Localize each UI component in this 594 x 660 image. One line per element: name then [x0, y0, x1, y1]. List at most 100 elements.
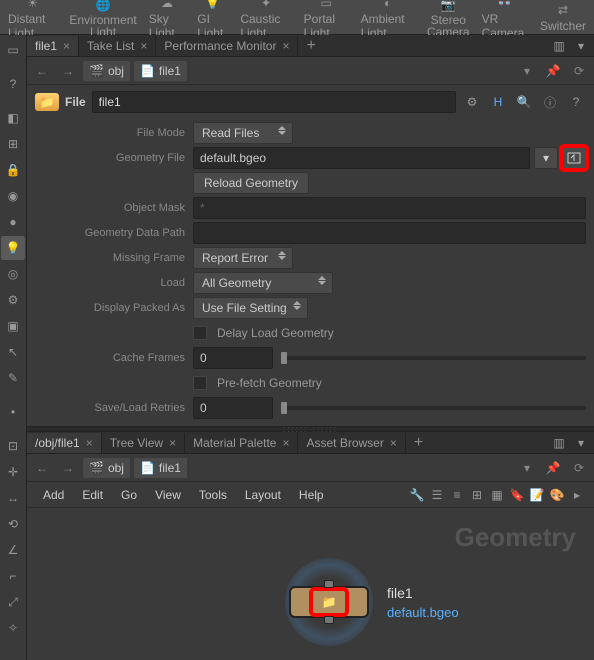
gear-icon[interactable]: ⚙ — [462, 92, 482, 112]
tool-render-icon[interactable]: ▣ — [1, 314, 25, 338]
menu-layout[interactable]: Layout — [237, 484, 289, 506]
link-icon[interactable]: ⟳ — [568, 60, 590, 82]
pin-icon[interactable]: 📌 — [542, 457, 564, 479]
menu-view[interactable]: View — [147, 484, 189, 506]
tool-a2-icon[interactable]: ⟲ — [1, 512, 25, 536]
close-icon[interactable]: × — [390, 436, 397, 450]
tool-star-icon[interactable]: ✧ — [1, 616, 25, 640]
delay-load-checkbox[interactable] — [193, 326, 207, 340]
pane-layout-icon[interactable]: ▥ — [550, 37, 568, 55]
slider-thumb[interactable] — [281, 352, 287, 364]
tool-select-icon[interactable]: ▭ — [1, 38, 25, 62]
tab-add-button[interactable]: + — [298, 37, 323, 55]
close-icon[interactable]: × — [63, 39, 70, 53]
geometry-file-input[interactable] — [193, 147, 530, 169]
wrench-icon[interactable]: 🔧 — [408, 486, 426, 504]
menu-tools[interactable]: Tools — [191, 484, 235, 506]
tool-help-icon[interactable]: ? — [1, 72, 25, 96]
tab-material-palette[interactable]: Material Palette× — [185, 433, 298, 453]
network-node-file1[interactable]: 📁 file1 default.bgeo — [285, 558, 459, 646]
network-view[interactable]: Geometry 📁 file1 default.bgeo — [27, 508, 594, 660]
close-icon[interactable]: × — [140, 39, 147, 53]
shelf-switcher[interactable]: ⇄Switcher — [534, 1, 592, 34]
pane-menu-icon[interactable]: ▾ — [572, 37, 590, 55]
cache-frames-input[interactable] — [193, 347, 273, 369]
tree-icon[interactable]: ☰ — [428, 486, 446, 504]
tool-shade-icon[interactable]: ● — [1, 210, 25, 234]
info-icon[interactable]: ⓘ — [540, 92, 560, 112]
load-dropdown[interactable]: All Geometry — [193, 272, 333, 294]
path-dropdown-icon[interactable]: ▾ — [516, 457, 538, 479]
search-icon[interactable]: 🔍 — [514, 92, 534, 112]
path-context[interactable]: 🎬obj — [83, 458, 130, 478]
nav-fwd-icon[interactable]: → — [57, 60, 79, 82]
pane-menu-icon[interactable]: ▾ — [572, 434, 590, 452]
shelf-stereo-cam[interactable]: 📷Stereo Camera — [421, 0, 476, 39]
path-dropdown-icon[interactable]: ▾ — [516, 60, 538, 82]
tab-obj-file1[interactable]: /obj/file1× — [27, 433, 102, 453]
close-icon[interactable]: × — [282, 39, 289, 53]
link-icon[interactable]: ⟳ — [568, 457, 590, 479]
nav-back-icon[interactable]: ← — [31, 457, 53, 479]
tool-bulb2-icon[interactable]: ◎ — [1, 262, 25, 286]
tool-move-icon[interactable]: ↔ — [1, 486, 25, 510]
tool-axis-icon[interactable]: ✛ — [1, 460, 25, 484]
grid2-icon[interactable]: ▦ — [488, 486, 506, 504]
display-packed-dropdown[interactable]: Use File Setting — [193, 297, 308, 319]
tab-take-list[interactable]: Take List× — [79, 36, 156, 56]
tool-display-icon[interactable]: ◉ — [1, 184, 25, 208]
tab-tree-view[interactable]: Tree View× — [102, 433, 185, 453]
node-name-input[interactable] — [92, 91, 456, 113]
close-icon[interactable]: × — [169, 436, 176, 450]
menu-edit[interactable]: Edit — [74, 484, 111, 506]
geo-data-path-input[interactable] — [193, 222, 586, 244]
filter-icon[interactable]: H — [488, 92, 508, 112]
note-icon[interactable]: 📝 — [528, 486, 546, 504]
tab-asset-browser[interactable]: Asset Browser× — [298, 433, 405, 453]
close-icon[interactable]: × — [282, 436, 289, 450]
path-node[interactable]: 📄file1 — [134, 458, 187, 478]
file-chooser-button[interactable] — [562, 147, 586, 169]
menu-add[interactable]: Add — [35, 484, 72, 506]
tag-icon[interactable]: 🔖 — [508, 486, 526, 504]
nav-fwd-icon[interactable]: → — [57, 457, 79, 479]
tool-light-icon[interactable]: 💡 — [1, 236, 25, 260]
list-icon[interactable]: ≡ — [448, 486, 466, 504]
tab-perf-monitor[interactable]: Performance Monitor× — [156, 36, 298, 56]
save-retries-input[interactable] — [193, 397, 273, 419]
tool-expand-icon[interactable]: ⤢ — [1, 590, 25, 614]
node-body[interactable]: 📁 — [289, 586, 369, 618]
menu-go[interactable]: Go — [113, 484, 145, 506]
tool-grid-icon[interactable]: ⊡ — [1, 434, 25, 458]
missing-frame-dropdown[interactable]: Report Error — [193, 247, 293, 269]
path-node[interactable]: 📄file1 — [134, 61, 187, 81]
cache-frames-slider[interactable] — [281, 356, 586, 360]
tool-snap-icon[interactable]: ⊞ — [1, 132, 25, 156]
help-icon[interactable]: ? — [566, 92, 586, 112]
nav-back-icon[interactable]: ← — [31, 60, 53, 82]
slider-thumb[interactable] — [281, 402, 287, 414]
tab-file1[interactable]: file1× — [27, 36, 79, 56]
tool-dot-icon[interactable]: • — [1, 400, 25, 424]
close-icon[interactable]: × — [86, 436, 93, 450]
tool-pick-icon[interactable]: ↖ — [1, 340, 25, 364]
reload-geometry-button[interactable]: Reload Geometry — [193, 172, 309, 194]
shelf-env-light[interactable]: 🌐Environment Light — [63, 0, 142, 39]
tool-gear-icon[interactable]: ⚙ — [1, 288, 25, 312]
tool-corner-icon[interactable]: ⌐ — [1, 564, 25, 588]
tool-lock-icon[interactable]: 🔒 — [1, 158, 25, 182]
path-context[interactable]: 🎬obj — [83, 61, 130, 81]
prefetch-checkbox[interactable] — [193, 376, 207, 390]
geometry-file-menu-icon[interactable]: ▾ — [534, 147, 558, 169]
pin-icon[interactable]: 📌 — [542, 60, 564, 82]
file-mode-dropdown[interactable]: Read Files — [193, 122, 293, 144]
tool-paint-icon[interactable]: ✎ — [1, 366, 25, 390]
save-retries-slider[interactable] — [281, 406, 586, 410]
tool-view-icon[interactable]: ◧ — [1, 106, 25, 130]
menu-help[interactable]: Help — [291, 484, 332, 506]
tab-add-button[interactable]: + — [406, 434, 431, 452]
object-mask-input[interactable] — [193, 197, 586, 219]
palette-icon[interactable]: 🎨 — [548, 486, 566, 504]
chevron-right-icon[interactable]: ▸ — [568, 486, 586, 504]
pane-layout-icon[interactable]: ▥ — [550, 434, 568, 452]
